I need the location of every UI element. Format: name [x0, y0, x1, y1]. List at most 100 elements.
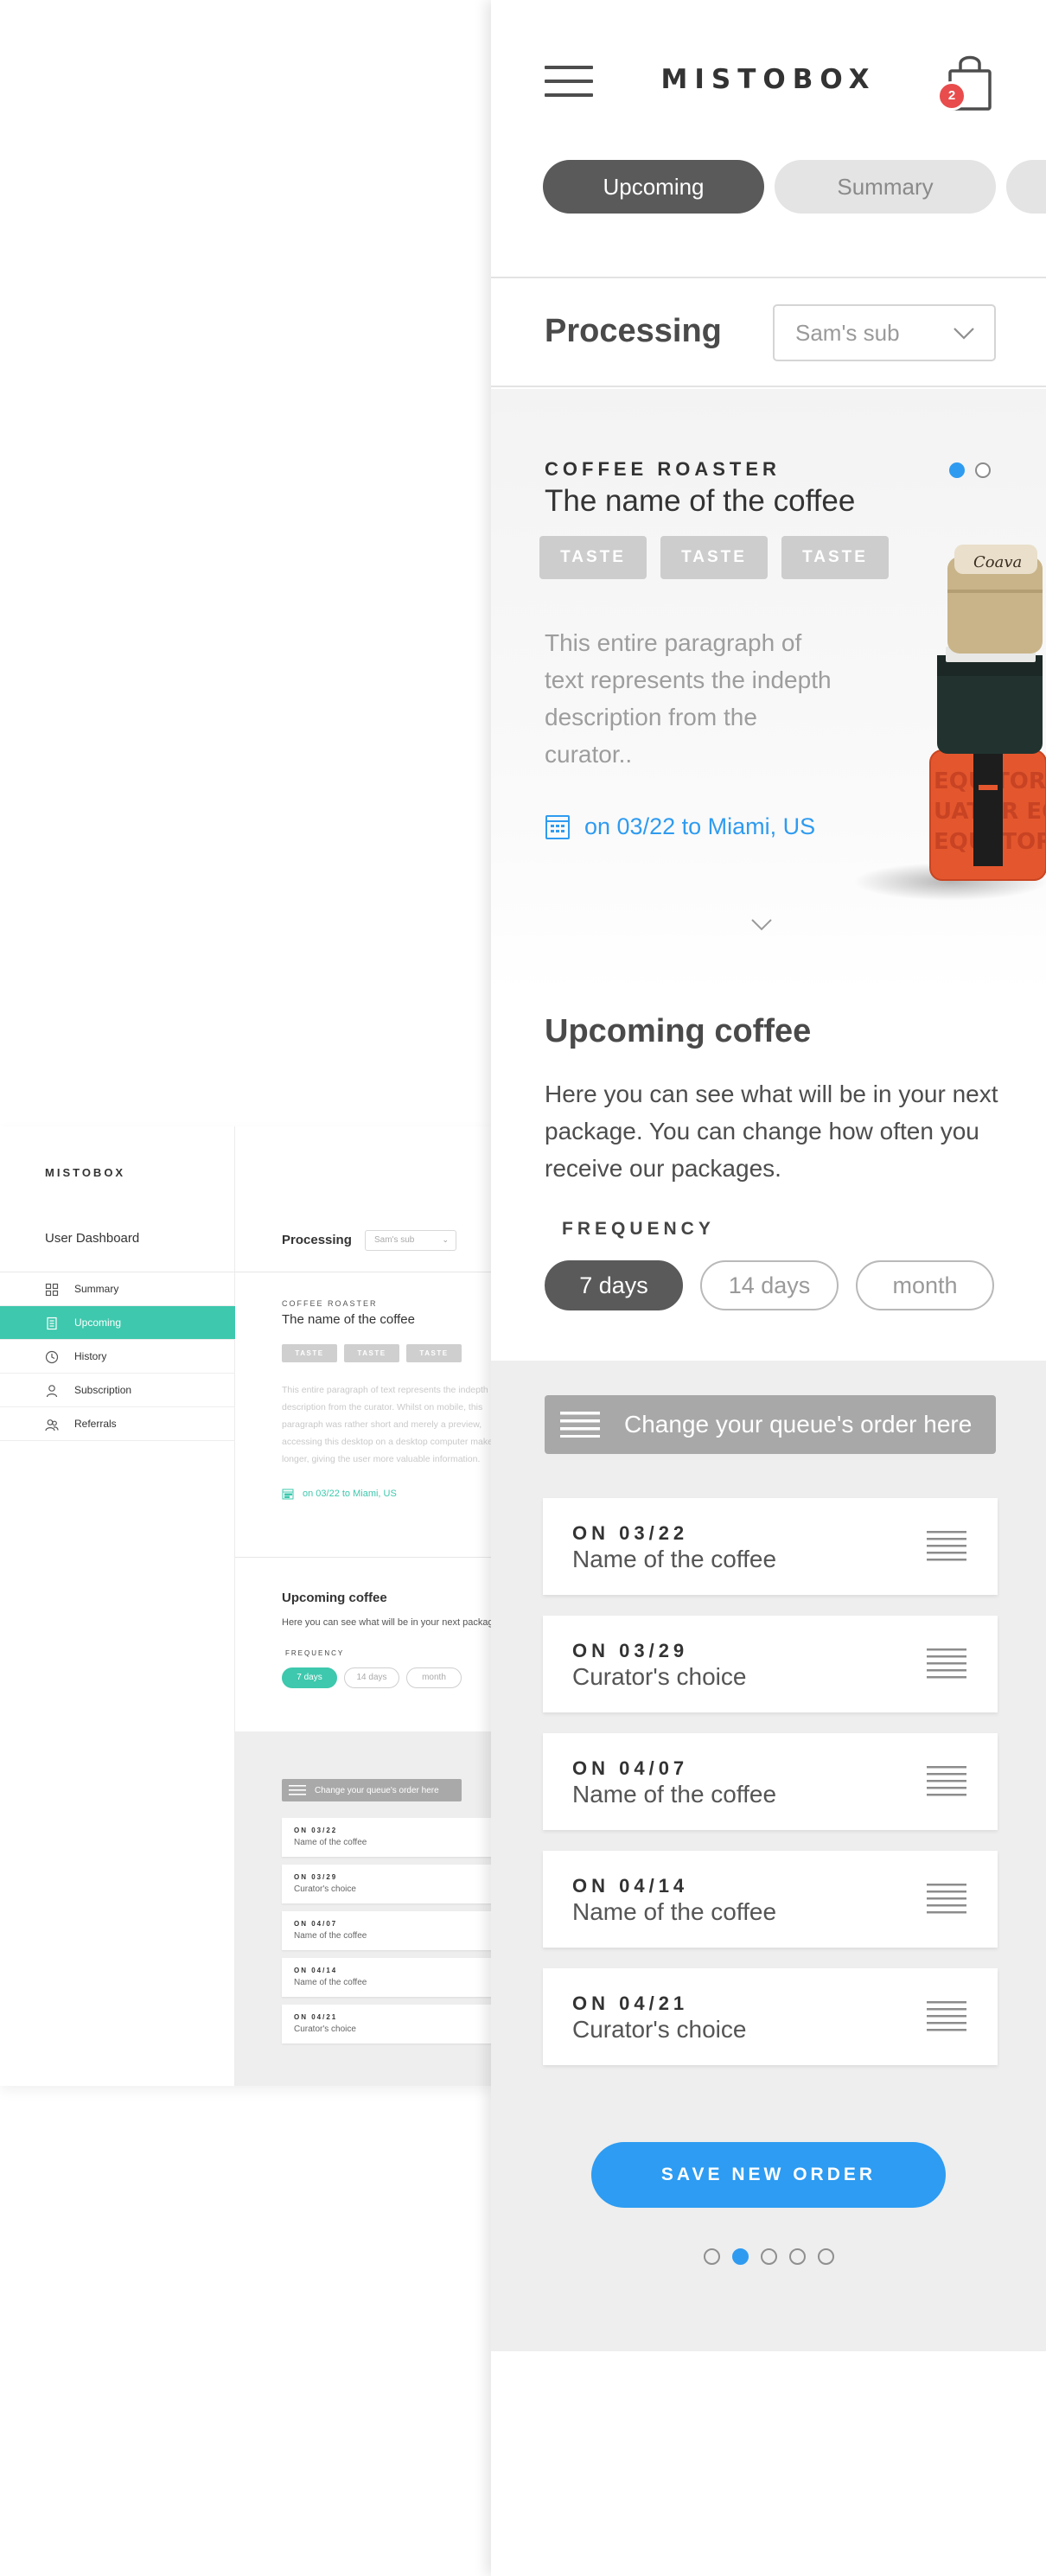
- page-dot[interactable]: [761, 2248, 777, 2265]
- frequency-month[interactable]: month: [856, 1260, 994, 1310]
- taste-tags: TASTE TASTE TASTE: [539, 536, 889, 579]
- taste-tag: TASTE: [660, 536, 768, 579]
- clock-icon: [45, 1350, 59, 1364]
- queue-coffee-name: Curator's choice: [572, 1663, 747, 1690]
- sidebar-item-referrals[interactable]: Referrals: [0, 1407, 235, 1441]
- sidebar-item-label: Subscription: [74, 1384, 132, 1396]
- subscription-select[interactable]: Sam's sub: [773, 304, 996, 361]
- drag-handle-icon[interactable]: [927, 2001, 966, 2032]
- page-dot[interactable]: [789, 2248, 806, 2265]
- upcoming-text: Here you can see what will be in your ne…: [282, 1617, 493, 1628]
- queue-item[interactable]: ON 04/14 Name of the coffee: [282, 1958, 493, 1997]
- queue-list: ON 03/22 Name of the coffee ON 03/29 Curat…: [282, 1818, 493, 2051]
- page-dot[interactable]: [818, 2248, 834, 2265]
- frequency-14-days[interactable]: 14 days: [700, 1260, 839, 1310]
- queue-item[interactable]: ON 03/29 Curator's choice: [282, 1865, 493, 1903]
- frequency-7-days[interactable]: 7 days: [282, 1667, 337, 1688]
- frequency-month[interactable]: month: [406, 1667, 462, 1688]
- queue-date: ON 03/29: [572, 1640, 689, 1661]
- change-queue-button[interactable]: Change your queue's order here: [282, 1779, 462, 1801]
- page-dot[interactable]: [732, 2248, 749, 2265]
- upcoming-title: Upcoming coffee: [282, 1591, 387, 1605]
- tab-upcoming[interactable]: Upcoming: [543, 160, 764, 214]
- tab-summary[interactable]: Summary: [775, 160, 996, 214]
- drag-handle-icon[interactable]: [927, 1531, 966, 1562]
- queue-item[interactable]: ON 04/21 Curator's choice: [543, 1968, 998, 2065]
- subscription-select-value: Sam's sub: [795, 320, 900, 346]
- desktop-sidebar: MISTOBOX User Dashboard Summary Upcoming…: [0, 1126, 235, 2086]
- desktop-logo: MISTOBOX: [45, 1166, 126, 1179]
- desktop-dashboard-preview: MISTOBOX User Dashboard Summary Upcoming…: [0, 1126, 493, 2086]
- carousel-dot[interactable]: [949, 462, 965, 478]
- page-dot[interactable]: [704, 2248, 720, 2265]
- desktop-nav: Summary Upcoming History Subscription Re…: [0, 1272, 235, 1441]
- divider: [491, 386, 1046, 387]
- sidebar-item-upcoming[interactable]: Upcoming: [0, 1306, 235, 1340]
- queue-coffee-name: Name of the coffee: [294, 1978, 367, 1987]
- grid-icon: [45, 1283, 59, 1297]
- sidebar-item-subscription[interactable]: Subscription: [0, 1374, 235, 1407]
- desktop-main: Processing Sam's sub ⌄ COFFEE ROASTER Th…: [235, 1126, 493, 2086]
- queue-date: ON 04/07: [572, 1757, 689, 1779]
- frequency-14-days[interactable]: 14 days: [344, 1667, 399, 1688]
- drag-handle-icon[interactable]: [927, 1766, 966, 1797]
- users-icon: [45, 1419, 59, 1431]
- delivery-info: on 03/22 to Miami, US: [545, 813, 815, 840]
- subscription-select-value: Sam's sub: [374, 1235, 415, 1245]
- coffee-description: This entire paragraph of text represents…: [545, 629, 832, 768]
- save-new-order-button[interactable]: SAVE NEW ORDER: [591, 2142, 946, 2208]
- coffee-package-image: EQU TOR UATOR EQ EQUATOR Coava: [854, 545, 1046, 901]
- queue-item[interactable]: ON 03/29 Curator's choice: [543, 1616, 998, 1712]
- change-queue-label: Change your queue's order here: [624, 1411, 973, 1438]
- taste-tag: TASTE: [539, 536, 647, 579]
- queue-date: ON 04/14: [572, 1875, 689, 1897]
- queue-date: ON 04/21: [294, 2013, 338, 2021]
- queue-item[interactable]: ON 04/21 Curator's choice: [282, 2005, 493, 2044]
- sidebar-item-label: Referrals: [74, 1418, 117, 1430]
- calendar-icon: [545, 815, 570, 839]
- queue-item[interactable]: ON 03/22 Name of the coffee: [282, 1818, 493, 1857]
- delivery-text: on 03/22 to Miami, US: [584, 813, 816, 839]
- mobile-screen: MISTOBOX 2 Upcoming Summary Processing S…: [491, 0, 1046, 2576]
- chevron-down-icon: ⌄: [442, 1235, 449, 1244]
- change-queue-button[interactable]: Change your queue's order here: [545, 1395, 996, 1454]
- sidebar-item-history[interactable]: History: [0, 1340, 235, 1374]
- frequency-7-days[interactable]: 7 days: [545, 1260, 683, 1310]
- coffee-name: The name of the coffee: [282, 1312, 415, 1327]
- coffee-name: The name of the coffee: [545, 484, 856, 518]
- svg-text:Coava: Coava: [973, 553, 1022, 571]
- taste-tag: TASTE: [406, 1344, 462, 1362]
- list-icon: [560, 1412, 600, 1438]
- tab-next[interactable]: [1006, 160, 1046, 214]
- queue-list: ON 03/22 Name of the coffee ON 03/29 Cur…: [543, 1498, 998, 2086]
- upcoming-title: Upcoming coffee: [545, 1013, 812, 1049]
- queue-item[interactable]: ON 04/14 Name of the coffee: [543, 1851, 998, 1948]
- delivery-info: on 03/22 to Miami, US: [282, 1488, 397, 1500]
- expand-chevron-icon[interactable]: [750, 918, 773, 932]
- frequency-label: FREQUENCY: [285, 1649, 345, 1657]
- sidebar-item-label: History: [74, 1350, 107, 1362]
- drag-handle-icon[interactable]: [927, 1884, 966, 1915]
- queue-coffee-name: Name of the coffee: [294, 1931, 367, 1941]
- sidebar-item-label: Upcoming: [74, 1317, 122, 1329]
- queue-item[interactable]: ON 04/07 Name of the coffee: [282, 1911, 493, 1950]
- queue-item[interactable]: ON 03/22 Name of the coffee: [543, 1498, 998, 1595]
- frequency-options: 7 days 14 days month: [282, 1667, 462, 1688]
- sidebar-item-summary[interactable]: Summary: [0, 1272, 235, 1306]
- user-icon: [46, 1385, 58, 1398]
- frequency-options: 7 days 14 days month: [545, 1260, 994, 1310]
- subscription-select[interactable]: Sam's sub ⌄: [365, 1230, 456, 1251]
- queue-coffee-name: Name of the coffee: [294, 1838, 367, 1847]
- queue-item[interactable]: ON 04/07 Name of the coffee: [543, 1733, 998, 1830]
- divider: [235, 1557, 493, 1558]
- queue-date: ON 03/22: [572, 1522, 689, 1544]
- list-icon: [289, 1785, 306, 1795]
- taste-tag: TASTE: [344, 1344, 399, 1362]
- queue-coffee-name: Curator's choice: [294, 1884, 356, 1894]
- tab-bar: Upcoming Summary: [543, 160, 1046, 214]
- dashboard-title: User Dashboard: [45, 1231, 140, 1246]
- drag-handle-icon[interactable]: [927, 1648, 966, 1680]
- chevron-down-icon: [954, 328, 974, 340]
- carousel-dot[interactable]: [975, 462, 991, 478]
- processing-title: Processing: [545, 313, 722, 349]
